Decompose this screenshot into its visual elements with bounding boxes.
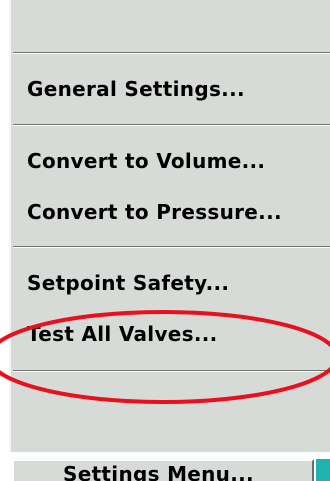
settings-menu-button[interactable]: Settings Menu... [12,459,314,481]
menu-item-test-all-valves[interactable]: Test All Valves... [27,324,218,344]
menu-item-setpoint-safety[interactable]: Setpoint Safety... [27,273,229,293]
menu-item-convert-to-pressure[interactable]: Convert to Pressure... [27,202,282,222]
menu-separator [13,370,330,372]
menu-separator [13,246,330,248]
settings-menu-button-label: Settings Menu... [63,462,254,481]
taskbar-accent-strip [316,459,330,481]
menu-item-convert-to-volume[interactable]: Convert to Volume... [27,151,265,171]
settings-dropdown-menu: General Settings... Convert to Volume...… [9,0,330,452]
menu-separator [13,52,330,54]
screenshot-stage: General Settings... Convert to Volume...… [0,0,330,481]
menu-item-general-settings[interactable]: General Settings... [27,79,245,99]
menu-separator [13,124,330,126]
